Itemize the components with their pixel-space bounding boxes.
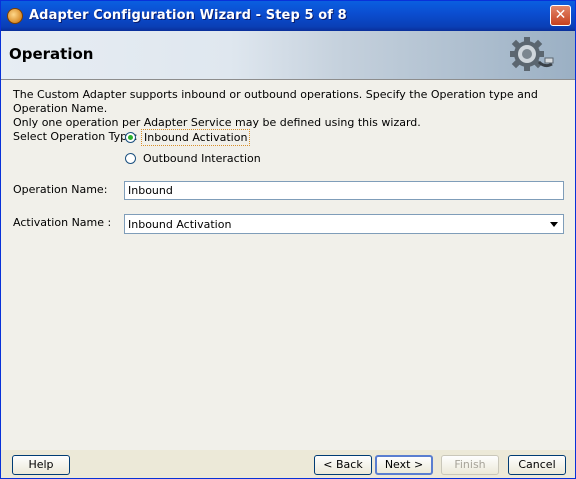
back-button[interactable]: < Back: [314, 455, 372, 475]
description-line-2: Only one operation per Adapter Service m…: [13, 116, 421, 129]
gear-plug-icon: [505, 34, 555, 78]
content-panel: The Custom Adapter supports inbound or o…: [1, 80, 575, 450]
radio-label-inbound[interactable]: Inbound Activation: [141, 128, 251, 146]
wizard-window: Adapter Configuration Wizard - Step 5 of…: [0, 0, 576, 479]
radio-button-inbound[interactable]: [125, 131, 136, 143]
operation-name-field[interactable]: Inbound: [124, 181, 564, 200]
radio-button-outbound[interactable]: [125, 152, 136, 164]
step-header: Operation: [1, 31, 575, 80]
title-bar[interactable]: Adapter Configuration Wizard - Step 5 of…: [1, 1, 575, 31]
finish-button[interactable]: Finish: [441, 455, 499, 475]
cancel-button[interactable]: Cancel: [508, 455, 566, 475]
close-button[interactable]: ✕: [550, 5, 571, 26]
radio-outbound-interaction[interactable]: Outbound Interaction: [125, 149, 263, 167]
description: The Custom Adapter supports inbound or o…: [13, 88, 563, 130]
activation-name-select[interactable]: Inbound Activation: [124, 214, 564, 234]
radio-inbound-activation[interactable]: Inbound Activation: [125, 128, 251, 146]
operation-type-label: Select Operation Type:: [13, 130, 138, 143]
description-line-1: The Custom Adapter supports inbound or o…: [13, 88, 538, 115]
page-title: Operation: [9, 45, 94, 63]
next-button[interactable]: Next >: [375, 455, 433, 475]
chevron-down-icon[interactable]: [550, 222, 558, 227]
window-title: Adapter Configuration Wizard - Step 5 of…: [29, 8, 347, 23]
help-button[interactable]: Help: [12, 455, 70, 475]
activation-name-label: Activation Name :: [13, 216, 112, 229]
activation-name-value: Inbound Activation: [128, 218, 232, 231]
oracle-app-icon: [7, 8, 23, 24]
radio-label-outbound[interactable]: Outbound Interaction: [141, 151, 263, 166]
operation-name-label: Operation Name:: [13, 183, 108, 196]
